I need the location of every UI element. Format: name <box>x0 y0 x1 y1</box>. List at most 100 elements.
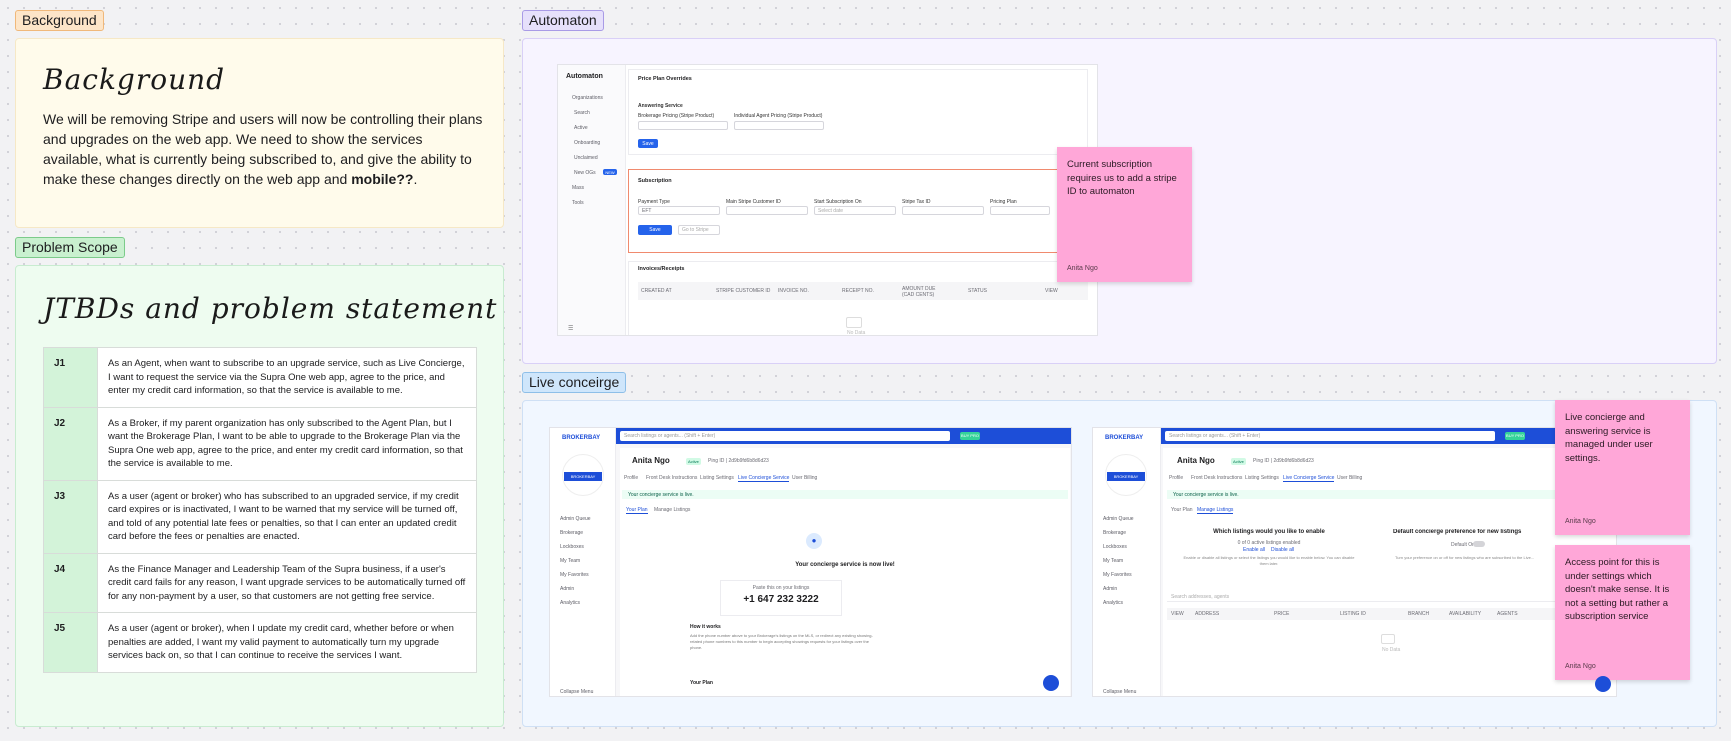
jtbd-text: As a user (agent or broker) who has subs… <box>97 479 477 554</box>
automaton-screenshot[interactable]: Automaton Organizations Search Active On… <box>557 64 1098 336</box>
invoice-col-created: CREATED AT <box>641 288 672 294</box>
tab-listing-settings[interactable]: Listing Settings <box>700 475 734 481</box>
tab-profile[interactable]: Profile <box>624 475 638 481</box>
problem-scope-frame[interactable]: JTBDs and problem statement J1 As an Agen… <box>15 265 504 727</box>
live-nav-lockboxes[interactable]: Lockboxes <box>560 544 584 550</box>
disable-all-link[interactable]: Disable all <box>1271 547 1294 553</box>
live-nav-favorites[interactable]: My Favorites <box>560 572 589 578</box>
profile-meta: Ping ID | 2d9b9fd6b8d6d23 <box>708 458 769 464</box>
nav-tools[interactable]: Tools <box>572 200 584 206</box>
sticky-note-live-1[interactable]: Live concierge and answering service is … <box>1555 400 1690 535</box>
enable-help: Enable or disable all listings or select… <box>1183 555 1355 566</box>
live2-nav-favorites[interactable]: My Favorites <box>1103 572 1132 578</box>
stripe-tax-input[interactable] <box>902 206 984 215</box>
live-nav-brokerage[interactable]: Brokerage <box>560 530 583 536</box>
live-nav-admin-queue[interactable]: Admin Queue <box>560 516 591 522</box>
nav-unclaimed[interactable]: Unclaimed <box>574 155 598 161</box>
invoice-col-invoice: INVOICE NO. <box>778 288 809 294</box>
brokerage-pricing-input[interactable] <box>638 121 728 130</box>
chat-icon-2[interactable] <box>1595 676 1611 692</box>
start-subscription-date[interactable]: Select date <box>814 206 896 215</box>
background-frame[interactable]: Background We will be removing Stripe an… <box>15 38 504 228</box>
jtbd-text: As a user (agent or broker), when I upda… <box>97 612 477 673</box>
brokerbay-logo-2: BROKERBAY <box>1105 435 1144 441</box>
collapse-menu[interactable]: Collapse Menu <box>560 689 593 695</box>
grid-col-listing-id: LISTING ID <box>1340 611 1366 617</box>
sticky-note-live-1-author: Anita Ngo <box>1565 518 1596 525</box>
live2-nav-lockboxes[interactable]: Lockboxes <box>1103 544 1127 550</box>
global-search-input[interactable]: Search listings or agents... (Shift + En… <box>620 431 950 441</box>
agent-pricing-input[interactable] <box>734 121 824 130</box>
jtbd-row: J5 As a user (agent or broker), when I up… <box>43 612 477 673</box>
background-heading: Background <box>43 63 226 96</box>
live2-nav-brokerage[interactable]: Brokerage <box>1103 530 1126 536</box>
default-on-toggle[interactable] <box>1473 541 1485 547</box>
price-save-button[interactable]: Save <box>638 139 658 148</box>
price-plan-title: Price Plan Overrides <box>638 76 692 82</box>
jtbd-text: As the Finance Manager and Leadership Te… <box>97 552 477 613</box>
phone-caption: Paste this on your listings <box>752 585 810 591</box>
invoices-title: Invoices/Receipts <box>638 266 685 272</box>
tab2-listing-settings[interactable]: Listing Settings <box>1245 475 1279 481</box>
live2-nav-admin[interactable]: Admin <box>1103 586 1117 592</box>
live-screenshot-plan[interactable]: BROKERBAY BROKERBAY Admin Queue Brokerag… <box>549 427 1072 697</box>
how-it-works-text: Add the phone number above to your Broke… <box>690 633 873 650</box>
invoice-col-customer: STRIPE CUSTOMER ID <box>716 288 771 294</box>
jtbd-id: J4 <box>43 552 98 613</box>
enable-all-link[interactable]: Enable all <box>1243 547 1265 553</box>
jtbd-id: J1 <box>43 347 98 408</box>
nav-onboarding[interactable]: Onboarding <box>574 140 600 146</box>
live-screenshot-manage[interactable]: BROKERBAY BROKERBAY Admin Queue Brokerag… <box>1092 427 1617 697</box>
pricing-plan-select[interactable] <box>990 206 1050 215</box>
global-search-input-2[interactable]: Search listings or agents... (Shift + En… <box>1165 431 1495 441</box>
subtab2-your-plan[interactable]: Your Plan <box>1171 507 1193 513</box>
chat-icon[interactable] <box>1043 675 1059 691</box>
nav-new-ogs[interactable]: New OGs <box>574 170 596 176</box>
customer-id-input[interactable] <box>726 206 808 215</box>
customer-id-label: Main Stripe Customer ID <box>726 199 781 205</box>
live-nav-analytics[interactable]: Analytics <box>560 600 580 606</box>
tab2-profile[interactable]: Profile <box>1169 475 1183 481</box>
answering-label: Answering Service <box>638 103 683 109</box>
automaton-sidebar <box>558 65 626 335</box>
tab-front-desk[interactable]: Front Desk Instructions <box>646 475 697 481</box>
tab2-live-concierge[interactable]: Live Concierge Service <box>1283 475 1335 482</box>
live-nav-my-team[interactable]: My Team <box>560 558 580 564</box>
sticky-note-live-1-text: Live concierge and answering service is … <box>1565 412 1653 464</box>
go-to-stripe-button[interactable]: Go to Stripe <box>678 225 720 235</box>
live2-nav-analytics[interactable]: Analytics <box>1103 600 1123 606</box>
buy-pro-badge[interactable]: BUY PRO <box>960 432 980 440</box>
tab2-front-desk[interactable]: Front Desk Instructions <box>1191 475 1242 481</box>
listing-search-input[interactable]: Search addresses, agents <box>1167 592 1613 602</box>
tab-live-concierge[interactable]: Live Concierge Service <box>738 475 790 482</box>
nav-search[interactable]: Search <box>574 110 590 116</box>
nav-organizations[interactable]: Organizations <box>572 95 603 101</box>
sticky-note-live-2[interactable]: Access point for this is under settings … <box>1555 545 1690 680</box>
live-nav-admin[interactable]: Admin <box>560 586 574 592</box>
sticky-note-automaton[interactable]: Current subscription requires us to add … <box>1057 147 1192 282</box>
buy-pro-badge-2[interactable]: BUY PRO <box>1505 432 1525 440</box>
subtab2-manage-listings[interactable]: Manage Listings <box>1197 507 1234 514</box>
no-data-text: No Data <box>847 330 866 336</box>
live-alert-2: Your concierge service is live. <box>1167 490 1613 499</box>
payment-type-label: Payment Type <box>638 199 670 205</box>
nav-mass[interactable]: Mass <box>572 185 584 191</box>
subtab-manage-listings[interactable]: Manage Listings <box>654 507 690 513</box>
collapse-menu-2[interactable]: Collapse Menu <box>1103 689 1136 695</box>
invoice-col-amount: AMOUNT DUE (CAD CENTS) <box>902 286 936 298</box>
tab2-user-billing[interactable]: User Billing <box>1337 475 1362 481</box>
nav-active[interactable]: Active <box>574 125 588 131</box>
menu-icon[interactable]: ☰ <box>568 325 573 332</box>
empty-grid-icon <box>1381 634 1395 644</box>
live2-nav-admin-queue[interactable]: Admin Queue <box>1103 516 1134 522</box>
sticky-note-live-2-author: Anita Ngo <box>1565 663 1596 670</box>
subtab-your-plan[interactable]: Your Plan <box>626 507 648 514</box>
payment-type-select[interactable]: EFT <box>638 206 720 215</box>
jtbd-row: J3 As a user (agent or broker) who has su… <box>43 479 477 554</box>
subscription-save-button[interactable]: Save <box>638 225 672 235</box>
default-on-label: Default On <box>1451 542 1475 548</box>
jtbd-text: As an Agent, when want to subscribe to a… <box>97 347 477 408</box>
tab-user-billing[interactable]: User Billing <box>792 475 817 481</box>
live2-nav-my-team[interactable]: My Team <box>1103 558 1123 564</box>
nav-badge: NEW <box>603 169 617 175</box>
